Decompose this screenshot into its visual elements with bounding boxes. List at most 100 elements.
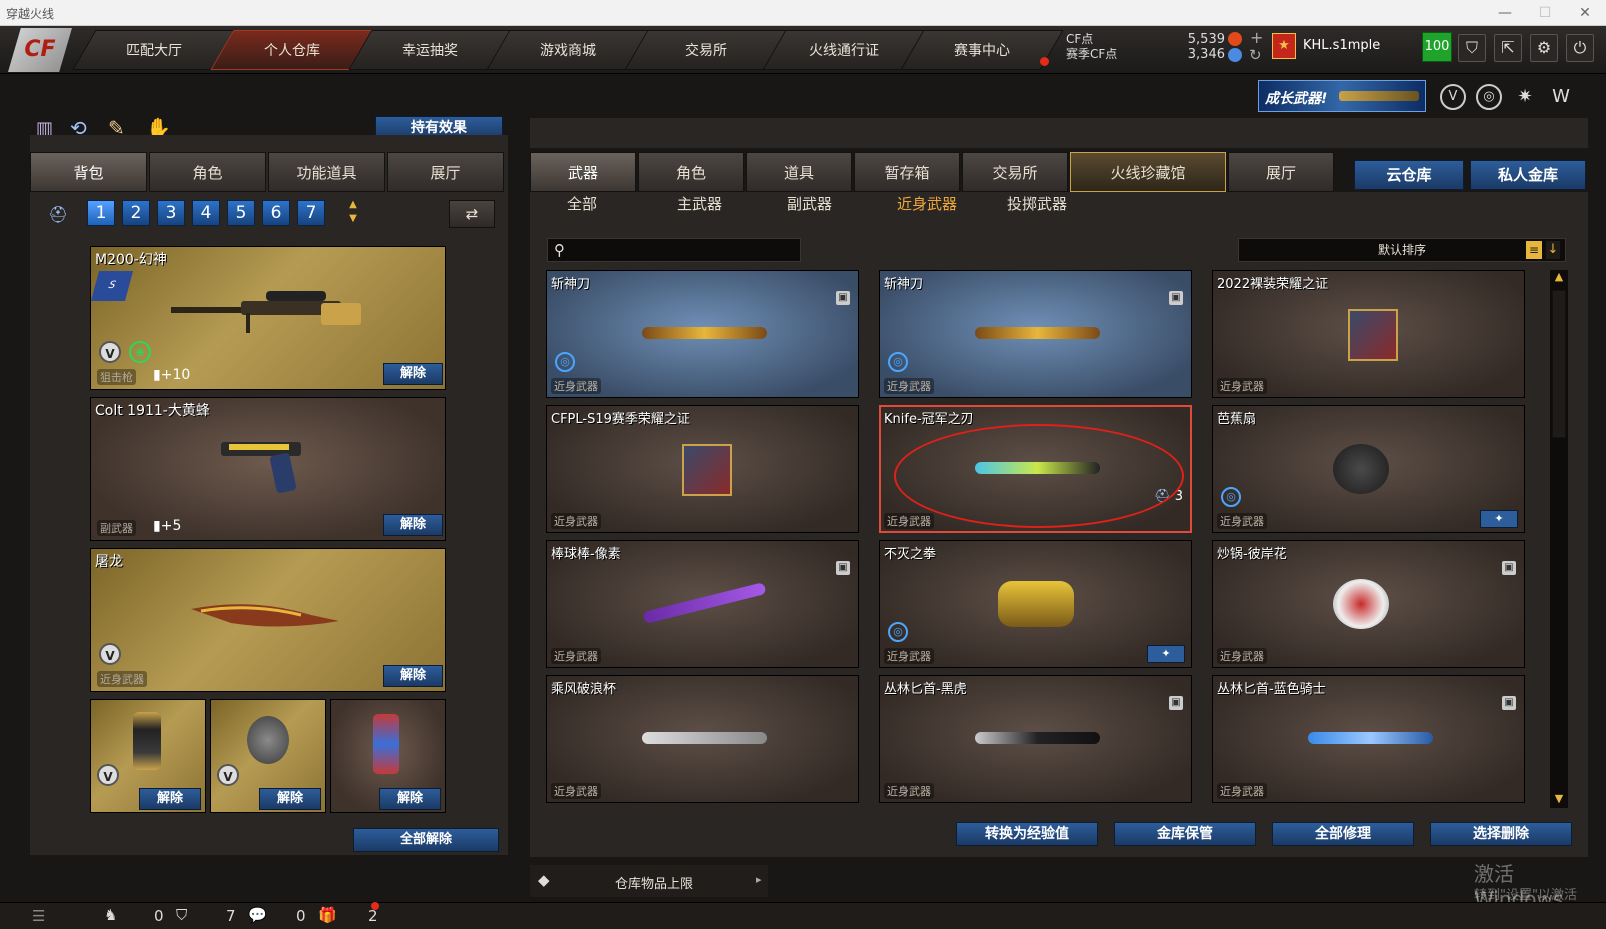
feature-flag-icon[interactable]: ✦	[1147, 645, 1185, 663]
item-card[interactable]: 棒球棒-像素 近身武器 ▣	[546, 540, 859, 668]
grenade-slot-2[interactable]: V 解除	[210, 699, 326, 813]
power-icon[interactable]: ⏻	[1566, 34, 1594, 62]
v-badge-icon[interactable]: V	[1440, 84, 1466, 110]
item-card[interactable]: 芭蕉扇 近身武器 ◎ ✦	[1212, 405, 1525, 533]
item-card[interactable]: 不灭之拳 近身武器 ◎ ✦	[879, 540, 1192, 668]
equipped-primary-card[interactable]: M200-幻神 S V ❀ 狙击枪 ▮+10 解除	[90, 246, 446, 390]
release-button[interactable]: 解除	[379, 788, 441, 810]
scroll-down-icon[interactable]: ▼	[1550, 792, 1568, 808]
loadout-slot-button[interactable]: 3	[157, 200, 185, 226]
item-card[interactable]: 丛林匕首-黑虎 近身武器 ▣	[879, 675, 1192, 803]
loadout-slot-button[interactable]: 6	[262, 200, 290, 226]
weapon-subtab[interactable]: 投掷武器	[1007, 193, 1067, 214]
loadout-slot-button[interactable]: 5	[227, 200, 255, 226]
right-tab[interactable]: 道具	[746, 152, 852, 192]
nav-tab[interactable]: 匹配大厅	[72, 30, 236, 70]
weapon-subtab[interactable]: 近身武器	[897, 193, 957, 214]
item-card[interactable]: Knife-冠军之刃 近身武器 ⛑ 3	[879, 405, 1192, 533]
item-card[interactable]: 丛林匕首-蓝色骑士 近身武器 ▣	[1212, 675, 1525, 803]
loadout-slot-button[interactable]: 4	[192, 200, 220, 226]
close-icon[interactable]: ✕	[1570, 2, 1600, 24]
right-tab[interactable]: 交易所	[962, 152, 1068, 192]
left-tab[interactable]: 展厅	[387, 152, 504, 192]
trash-icon[interactable]: ▣	[1169, 291, 1183, 305]
item-card[interactable]: CFPL-S19赛季荣耀之证 近身武器	[546, 405, 859, 533]
release-button[interactable]: 解除	[383, 514, 443, 536]
equipped-secondary-card[interactable]: Colt 1911-大黄蜂 副武器 ▮+5 解除	[90, 397, 446, 541]
slot-scroll-arrows-icon[interactable]: ▲ ▼	[344, 198, 362, 226]
release-button[interactable]: 解除	[383, 363, 443, 385]
globe-icon[interactable]: ◎	[1476, 84, 1502, 110]
item-card[interactable]: 炒锅-彼岸花 近身武器 ▣	[1212, 540, 1525, 668]
trash-icon[interactable]: ▣	[1169, 696, 1183, 710]
nav-tab[interactable]: 火线通行证	[762, 30, 926, 70]
growth-weapon-banner[interactable]: 成长武器!	[1258, 80, 1426, 112]
trash-icon[interactable]: ▣	[1502, 561, 1516, 575]
loadout-slot-button[interactable]: 1	[87, 200, 115, 226]
scrollbar-thumb[interactable]	[1552, 290, 1566, 438]
storage-action-button[interactable]: 金库保管	[1114, 822, 1256, 846]
sparkle-icon[interactable]: ✷	[1512, 84, 1538, 110]
feature-flag-icon[interactable]: ✦	[1480, 510, 1518, 528]
right-tab[interactable]: 展厅	[1228, 152, 1334, 192]
nav-tab[interactable]: 赛事中心	[900, 30, 1064, 70]
gear-icon[interactable]: ⚙	[1530, 34, 1558, 62]
private-vault-button[interactable]: 私人金库	[1470, 160, 1586, 190]
release-all-button[interactable]: 全部解除	[353, 828, 499, 852]
storage-limit-bar[interactable]: ◆ 仓库物品上限 ▸	[530, 865, 768, 897]
left-tab[interactable]: 功能道具	[268, 152, 385, 192]
equipped-melee-card[interactable]: 屠龙 V 近身武器 解除	[90, 548, 446, 692]
weapon-subtab[interactable]: 副武器	[787, 193, 832, 214]
item-card[interactable]: 2022裸装荣耀之证 近身武器	[1212, 270, 1525, 398]
sort-dropdown[interactable]: 默认排序	[1238, 238, 1566, 262]
storage-action-button[interactable]: 全部修理	[1272, 822, 1414, 846]
release-button[interactable]: 解除	[259, 788, 321, 810]
maximize-icon[interactable]: ☐	[1530, 2, 1560, 24]
cf-logo[interactable]: CF	[8, 28, 72, 72]
minimize-icon[interactable]: —	[1490, 2, 1520, 24]
left-tab[interactable]: 背包	[30, 152, 147, 192]
search-input[interactable]: ⚲	[547, 238, 801, 262]
refresh-icon[interactable]: ↻	[1249, 46, 1262, 64]
weapon-subtab[interactable]: 主武器	[677, 193, 722, 214]
plus-icon[interactable]: +	[1250, 28, 1263, 47]
nav-tab[interactable]: 交易所	[624, 30, 788, 70]
weapon-subtab[interactable]: 全部	[567, 193, 597, 214]
scrollbar[interactable]: ▲ ▼	[1550, 270, 1568, 808]
item-card[interactable]: 斩神刀 近身武器 ▣ ◎	[546, 270, 859, 398]
username[interactable]: KHL.s1mple	[1303, 38, 1380, 53]
grenade-slot-1[interactable]: V 解除	[90, 699, 206, 813]
trash-icon[interactable]: ▣	[836, 561, 850, 575]
right-tab[interactable]: 火线珍藏馆	[1070, 152, 1226, 192]
scroll-up-icon[interactable]: ▲	[1550, 270, 1568, 286]
loadout-slot-button[interactable]: 7	[297, 200, 325, 226]
release-button[interactable]: 解除	[383, 665, 443, 687]
friends-icon[interactable]: ♞	[104, 906, 117, 924]
chevron-right-icon[interactable]: ▸	[756, 873, 762, 886]
trash-icon[interactable]: ▣	[836, 291, 850, 305]
right-tab[interactable]: 暂存箱	[854, 152, 960, 192]
nav-tab[interactable]: 幸运抽奖	[348, 30, 512, 70]
nav-tab[interactable]: 游戏商城	[486, 30, 650, 70]
right-tab[interactable]: 角色	[638, 152, 744, 192]
menu-icon[interactable]: ☰	[32, 907, 45, 925]
gift-icon[interactable]: 🎁	[318, 906, 337, 924]
sort-order-icon[interactable]: ↓	[1546, 241, 1560, 259]
list-icon[interactable]: ≡	[1526, 241, 1542, 259]
grenade-slot-3[interactable]: 解除	[330, 699, 446, 813]
exit-door-icon[interactable]: ⇱	[1494, 34, 1522, 62]
equipment-swap-icon[interactable]: ⇄	[449, 200, 495, 228]
clan-shield-icon[interactable]: ⛉	[176, 906, 187, 924]
item-card[interactable]: 乘风破浪杯 近身武器	[546, 675, 859, 803]
nav-tab[interactable]: 个人仓库	[210, 30, 374, 70]
release-button[interactable]: 解除	[139, 788, 201, 810]
wings-icon[interactable]: W	[1548, 84, 1574, 110]
trash-icon[interactable]: ▣	[1502, 696, 1516, 710]
left-tab[interactable]: 角色	[149, 152, 266, 192]
storage-action-button[interactable]: 选择删除	[1430, 822, 1572, 846]
chat-icon[interactable]: 💬	[248, 906, 267, 924]
storage-action-button[interactable]: 转换为经验值	[956, 822, 1098, 846]
cloud-storage-button[interactable]: 云仓库	[1354, 160, 1464, 190]
loadout-slot-button[interactable]: 2	[122, 200, 150, 226]
shield-icon[interactable]: ⛉	[1458, 34, 1486, 62]
